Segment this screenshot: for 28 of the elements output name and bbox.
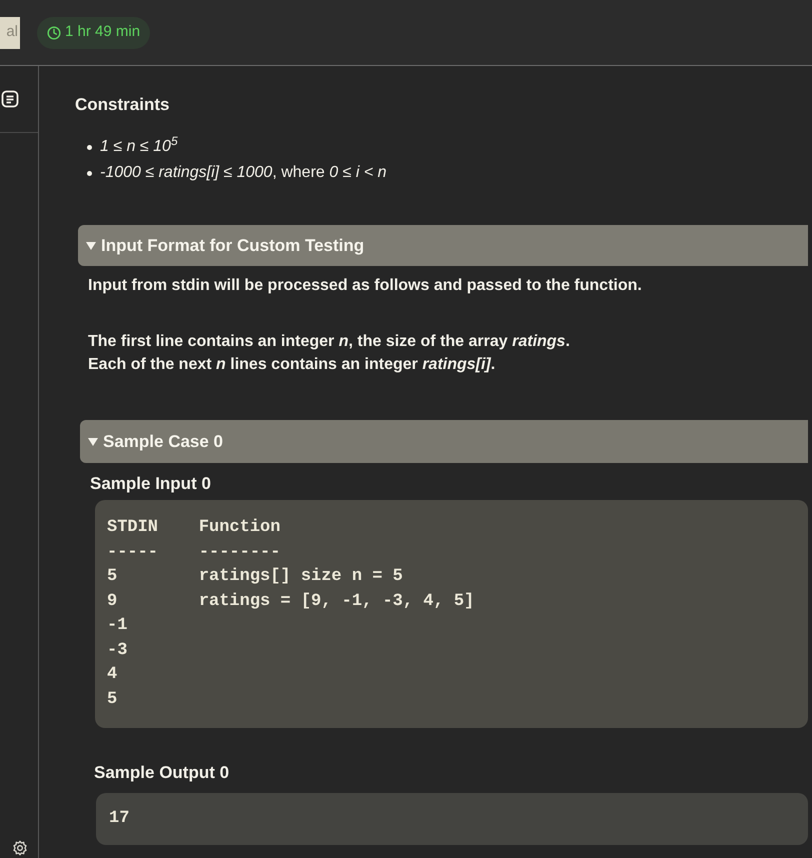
- clock-icon: [47, 26, 61, 40]
- paragraph-line: The first line contains an integer n, the size of the array ratings.: [88, 332, 570, 352]
- code-line: 5: [107, 688, 118, 710]
- bullet-icon: [87, 144, 92, 150]
- timer-text: 1 hr 49 min: [65, 22, 140, 42]
- code-line: ----- --------: [107, 542, 280, 564]
- code-line: 4: [107, 664, 118, 686]
- sample-heading: Sample Output 0: [94, 762, 230, 784]
- tab[interactable]: al: [0, 16, 20, 48]
- section-title: Input Format for Custom Testing: [101, 234, 364, 257]
- code-line: STDIN Function: [107, 517, 280, 539]
- paragraph-line: Input from stdin will be processed as follows and passed to the function.: [88, 276, 642, 296]
- document-icon[interactable]: [1, 90, 19, 108]
- code-line: 5 ratings[] size n = 5: [107, 566, 403, 588]
- constraint-text: -1000 ≤ ratings[i] ≤ 1000, where 0 ≤ i < n: [100, 163, 387, 183]
- settings-icon[interactable]: [12, 840, 28, 856]
- code-line: 17: [109, 808, 130, 830]
- section-header[interactable]: Sample Case 0: [80, 420, 808, 463]
- code-line: -1: [107, 615, 128, 637]
- code-line: 9 ratings = [9, -1, -3, 4, 5]: [107, 590, 474, 612]
- code-line: -3: [107, 640, 128, 662]
- paragraph-line: Each of the next n lines contains an integer ratings[i].: [88, 355, 496, 375]
- bullet-icon: [87, 170, 92, 176]
- section-heading: Constraints: [75, 94, 170, 116]
- section-title: Sample Case 0: [103, 430, 224, 453]
- constraint-text: 1 ≤ n ≤ 10$^{5}$: [100, 135, 178, 157]
- section-header[interactable]: Input Format for Custom Testing: [78, 225, 808, 266]
- sample-heading: Sample Input 0: [90, 473, 211, 495]
